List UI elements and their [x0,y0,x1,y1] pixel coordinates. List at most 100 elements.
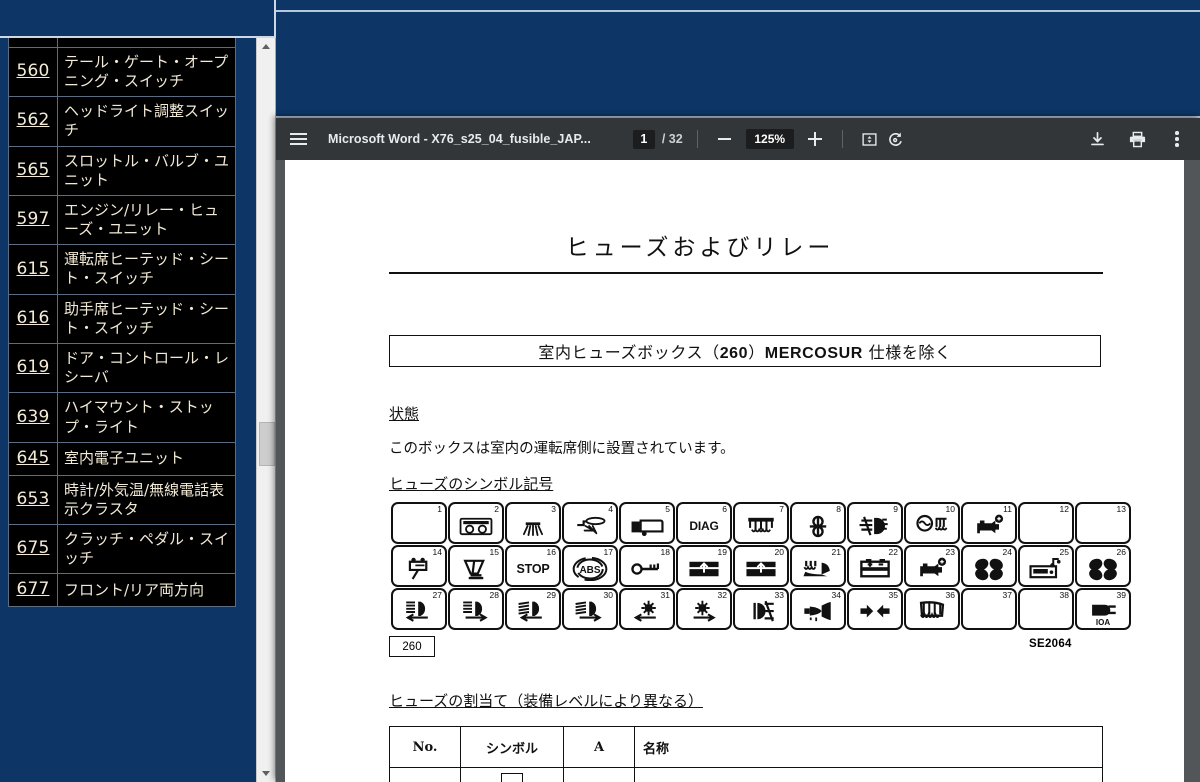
parts-index-number[interactable]: 560 [8,46,58,98]
parts-index-number[interactable]: 639 [8,392,58,443]
fuse-table-row: F1 --予備 [389,767,1103,782]
parts-index-number[interactable]: 538 [8,38,58,48]
minus-icon [718,138,732,140]
fuse-amp-cell: -- [563,767,635,782]
subheading-state: 状態 [389,405,420,423]
parts-index-number-link[interactable]: 560 [16,61,49,81]
parts-index-table: 538 ジャストメント・モータ 560 テール・ゲート・オープニング・スイッチ 562 ヘ… [8,38,236,607]
fuse-symbol-cell: 21 [790,545,846,587]
parts-index-number[interactable]: 645 [8,441,58,476]
left-panel-scrollbar[interactable] [256,38,276,782]
fuse-table-head: No. シンボル A 名称 [389,726,1103,768]
hamburger-menu-icon[interactable] [276,118,320,160]
parts-index-body: 538 ジャストメント・モータ 560 テール・ゲート・オープニング・スイッチ 562 ヘ… [8,38,236,607]
parts-index-number-link[interactable]: 615 [16,259,49,279]
stop-text: STOP [516,561,550,576]
parts-index-row[interactable]: 562 ヘッドライト調整スイッチ [8,96,236,147]
fuse-symbol-row: 1 2 3 4 5 6 DIAG 7 8 9 10 11 12 13 [391,502,1131,544]
blower-fan-icon [963,554,1015,583]
background-right-panel [276,12,1200,118]
parts-index-row[interactable]: 616 助手席ヒーテッド・シート・スイッチ [8,293,236,345]
diag-text: DIAG [689,518,719,533]
parts-index-row[interactable]: 653 時計/外気温/無線電話表示クラスタ [8,474,236,525]
fuse-symbol-cell: 22 [847,545,903,587]
fuse-symbol-cell: 29 [505,588,561,630]
fuse-symbol-cell: 24 [961,545,1017,587]
parts-index-number-link[interactable]: 645 [16,448,49,468]
blank-symbol [1020,597,1072,626]
parts-index-row[interactable]: 615 運転席ヒーテッド・シート・スイッチ [8,244,236,295]
parts-index-number[interactable]: 562 [8,96,58,147]
download-button[interactable] [1084,126,1110,152]
parts-index-number-link[interactable]: 619 [16,357,49,377]
parts-index-number[interactable]: 677 [8,573,58,607]
power-window-icon [735,554,787,583]
page-number-input[interactable]: 1 [632,129,655,149]
hazard-icon [849,597,901,626]
parts-index-label: ハイマウント・ストップ・ライト [57,392,236,443]
fuse-symbol-cell: 5 [619,502,675,544]
fuse-symbol-cell: 17 ABS [562,545,618,587]
parts-index-row[interactable]: 619 ドア・コントロール・レシーバ [8,342,236,394]
subheading-allocation: ヒューズの割当て（装備レベルにより異なる） [389,692,703,710]
parts-index-row[interactable]: 645 室内電子ユニット [8,441,236,476]
parts-index-number[interactable]: 565 [8,145,58,196]
fuse-table-header-row: No. シンボル A 名称 [389,726,1103,768]
zoom-out-button[interactable] [712,126,738,152]
parts-index-number-link[interactable]: 653 [16,489,49,509]
fuse-symbol-row: 14 15 16 STOP 17 ABS 18 19 20 21 22 23 24 25 26 [391,545,1131,587]
parts-index-row[interactable]: 675 クラッチ・ペダル・スイッチ [8,523,236,575]
parts-index-number[interactable]: 597 [8,194,58,246]
fuse-symbol-grid: 1 2 3 4 5 6 DIAG 7 8 9 10 11 12 13 14 15 16 STOP 17 ABS 18 19… [391,502,1131,631]
fit-to-page-button[interactable] [857,126,883,152]
parts-index-number-link[interactable]: 597 [16,209,49,229]
trailer-icon [621,511,673,540]
parts-index-number-link[interactable]: 639 [16,407,49,427]
zoom-in-button[interactable] [802,126,828,152]
fuse-symbol-cell: 32 [676,588,732,630]
parts-index-row[interactable]: 677 フロント/リア両方向 [8,573,236,607]
toolbar-divider-1 [696,130,698,148]
fuse-symbol-cell: 31 [619,588,675,630]
pdf-page-controls: 1 / 32 125% [632,126,909,152]
more-options-button[interactable] [1164,126,1190,152]
fuse-allocation-table: No.シンボルA名称 F1 --予備 [389,726,1103,782]
fuse-symbol-cell: 39 IOA [1075,588,1131,630]
scroll-up-button[interactable] [257,38,275,55]
parts-index-number[interactable]: 653 [8,474,58,525]
scrollbar-thumb[interactable] [259,422,275,466]
parts-index-row[interactable]: 639 ハイマウント・ストップ・ライト [8,392,236,443]
blank-symbol [963,597,1015,626]
fuse-symbol-cell: 1 [391,502,447,544]
parts-index-number[interactable]: 619 [8,342,58,394]
parts-index-number-link[interactable]: 675 [16,538,49,558]
sidelamp-left-icon [621,597,673,626]
parts-index-number[interactable]: 675 [8,523,58,575]
parts-index-number-link[interactable]: 538 [16,38,49,40]
parts-index-number[interactable]: 616 [8,293,58,345]
parts-index-label: フロント/リア両方向 [57,573,236,607]
print-button[interactable] [1124,126,1150,152]
fuse-table-header-cell: A [563,726,635,768]
car-audio-icon [1020,554,1072,583]
parts-index-label: ジャストメント・モータ [57,38,236,48]
fuse-symbol-cell: 7 [733,502,789,544]
parts-index-number-link[interactable]: 677 [16,579,49,599]
parts-index-number-link[interactable]: 616 [16,308,49,328]
parts-index-row[interactable]: 597 エンジン/リレー・ヒューズ・ユニット [8,194,236,246]
parts-index-row[interactable]: 538 ジャストメント・モータ [8,38,236,48]
zoom-level-input[interactable]: 125% [745,129,794,149]
parts-index-row[interactable]: 560 テール・ゲート・オープニング・スイッチ [8,46,236,98]
parts-index-number-link[interactable]: 565 [16,160,49,180]
pdf-viewport[interactable]: ヒューズおよびリレー 室内ヒューズボックス（260）MERCOSUR 仕様を除く… [276,160,1200,782]
pdf-toolbar: Microsoft Word - X76_s25_04_fusible_JAP.… [276,118,1200,160]
headlamp-left-icon [393,597,445,626]
parts-index-row[interactable]: 565 スロットル・バルブ・ユニット [8,145,236,196]
rotate-icon [889,131,902,146]
parts-index-number[interactable]: 615 [8,244,58,295]
rotate-button[interactable] [883,126,909,152]
fuse-name-cell: 予備 [634,767,1103,782]
wiper-motor-icon [393,554,445,583]
scroll-down-button[interactable] [257,765,275,782]
parts-index-number-link[interactable]: 562 [16,110,49,130]
